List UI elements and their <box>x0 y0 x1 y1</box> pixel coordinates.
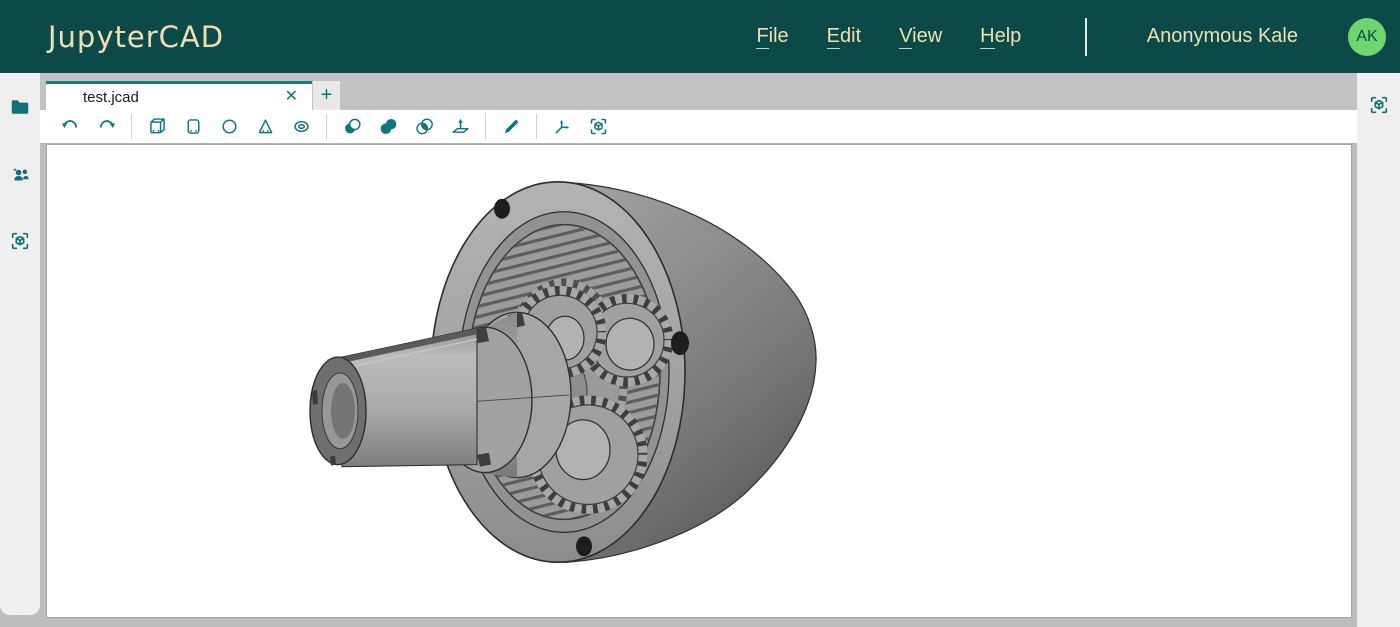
tab-label: test.jcad <box>83 89 283 106</box>
app-logo: JupyterCAD <box>48 20 224 54</box>
app-header: JupyterCAD File Edit View Help Anonymous… <box>0 0 1400 73</box>
avatar[interactable]: AK <box>1348 18 1386 56</box>
main-area: test.jcad ✕ + <box>40 73 1357 627</box>
toolbar <box>40 110 1357 144</box>
3d-viewport[interactable] <box>46 144 1352 618</box>
left-sidebar <box>0 73 40 615</box>
toolbar-separator <box>326 114 327 139</box>
gearbox-model <box>47 145 1351 617</box>
toolbar-separator <box>485 114 486 139</box>
axes-helper-icon[interactable] <box>544 113 580 141</box>
undo-icon[interactable] <box>52 113 88 141</box>
sketch-icon[interactable] <box>493 113 529 141</box>
header-divider <box>1085 18 1087 56</box>
workspace: test.jcad ✕ + <box>0 73 1400 627</box>
right-sidebar <box>1357 73 1400 627</box>
user-name: Anonymous Kale <box>1147 25 1298 48</box>
extrusion-icon[interactable] <box>442 113 478 141</box>
new-sphere-icon[interactable] <box>211 113 247 141</box>
new-tab-button[interactable]: + <box>313 81 340 110</box>
menu-file[interactable]: File <box>756 25 788 48</box>
cut-icon[interactable] <box>334 113 370 141</box>
menu-help[interactable]: Help <box>980 25 1021 48</box>
model-view-icon[interactable] <box>1366 92 1392 118</box>
jupytercad-app: JupyterCAD File Edit View Help Anonymous… <box>0 0 1400 627</box>
new-cone-icon[interactable] <box>247 113 283 141</box>
menu-edit[interactable]: Edit <box>827 25 861 48</box>
menu-bar: File Edit View Help Anonymous Kale AK <box>756 18 1386 56</box>
menu-view[interactable]: View <box>899 25 942 48</box>
toolbar-separator <box>131 114 132 139</box>
model-view-icon[interactable] <box>7 228 33 254</box>
tab-bar: test.jcad ✕ + <box>40 73 1357 110</box>
collaborators-icon[interactable] <box>7 161 33 187</box>
redo-icon[interactable] <box>88 113 124 141</box>
tab-close-icon[interactable]: ✕ <box>283 87 300 107</box>
new-cylinder-icon[interactable] <box>175 113 211 141</box>
tab-test-jcad[interactable]: test.jcad ✕ <box>46 81 312 110</box>
file-browser-icon[interactable] <box>7 94 33 120</box>
new-torus-icon[interactable] <box>283 113 319 141</box>
intersection-icon[interactable] <box>406 113 442 141</box>
new-box-icon[interactable] <box>139 113 175 141</box>
union-icon[interactable] <box>370 113 406 141</box>
toolbar-separator <box>536 114 537 139</box>
exploded-view-icon[interactable] <box>580 113 616 141</box>
